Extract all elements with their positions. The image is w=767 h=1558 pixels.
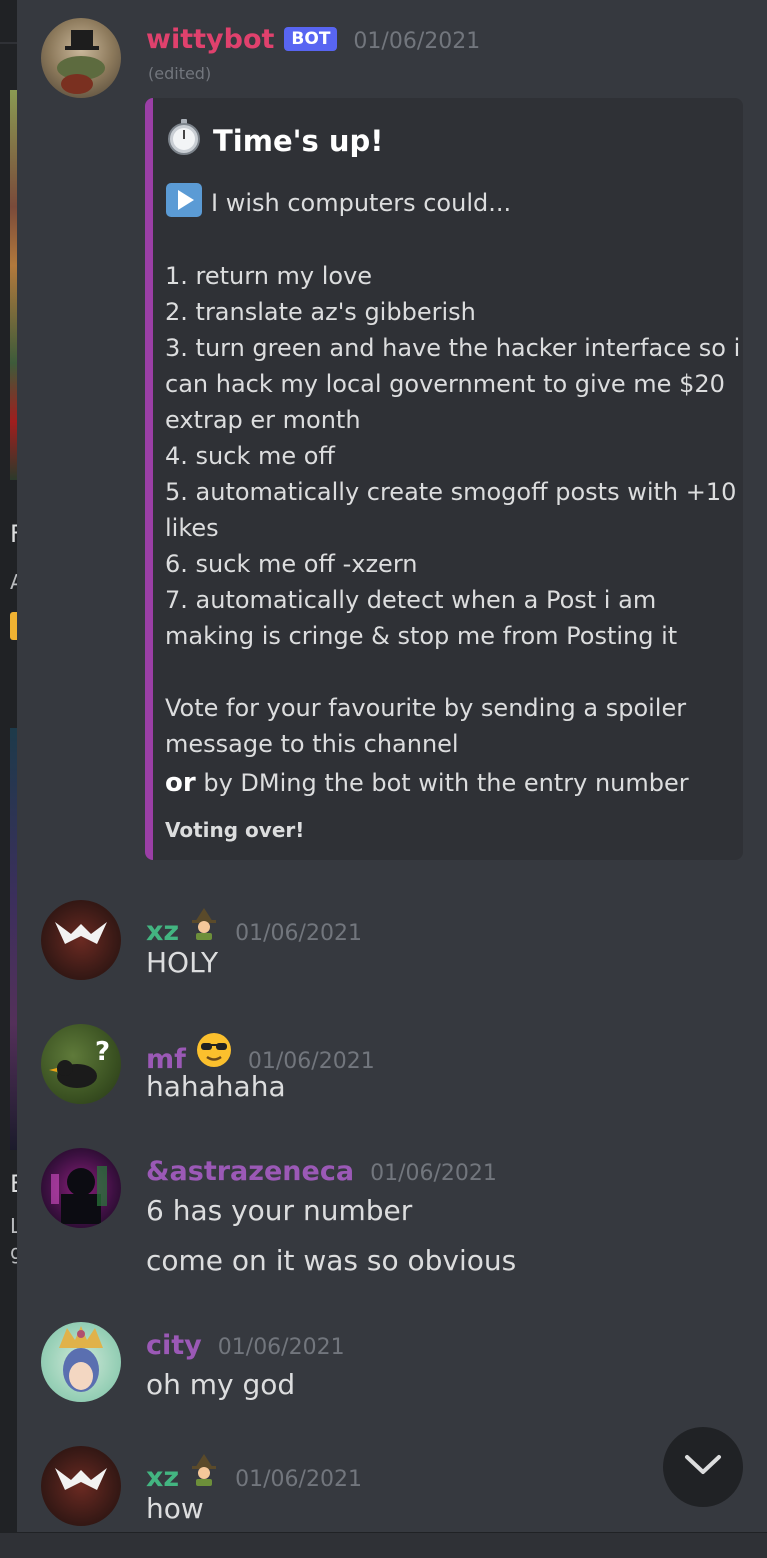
entry-line: can hack my local government to give me …	[165, 370, 725, 398]
entry-line: likes	[165, 514, 219, 542]
vote-instructions: by DMing the bot with the entry number	[203, 769, 689, 797]
left-panel-letter: g	[10, 1240, 17, 1264]
avatar-image	[55, 922, 107, 944]
or-label: or	[165, 768, 196, 798]
vote-instructions: Vote for your favourite by sending a spo…	[165, 694, 687, 722]
embed-footer: Voting over!	[165, 818, 305, 842]
embed-prompt: I wish computers could...	[211, 189, 512, 217]
avatar[interactable]	[41, 18, 121, 98]
divider	[0, 42, 17, 44]
avatar[interactable]	[41, 900, 121, 980]
chevron-down-icon	[684, 1453, 722, 1481]
thumbnail-image[interactable]	[10, 728, 17, 1150]
bot-badge: BOT	[284, 27, 338, 51]
left-panel-letter: L	[10, 1214, 17, 1238]
avatar[interactable]	[41, 1148, 121, 1228]
stopwatch-icon	[165, 118, 203, 163]
author-name[interactable]: wittybot	[146, 24, 274, 55]
message-text: how	[146, 1492, 204, 1525]
embed-title: Time's up!	[213, 123, 384, 158]
svg-text:?: ?	[95, 1037, 110, 1067]
avatar[interactable]	[41, 1322, 121, 1402]
avatar[interactable]: ?	[41, 1024, 121, 1104]
author-name[interactable]: city	[146, 1330, 202, 1361]
timestamp[interactable]: 01/06/2021	[235, 1467, 362, 1492]
entry-line: 5. automatically create smogoff posts wi…	[165, 478, 737, 506]
message-text: come on it was so obvious	[146, 1244, 517, 1277]
left-panel-letter: E	[10, 1170, 17, 1198]
left-panel: F A E L g	[0, 0, 17, 1557]
avatar-image	[51, 1166, 107, 1224]
timestamp[interactable]: 01/06/2021	[235, 921, 362, 946]
sunglasses-emoji-icon	[196, 1032, 232, 1072]
status-chip	[10, 612, 17, 640]
author-name[interactable]: &astrazeneca	[146, 1156, 354, 1187]
edited-label: (edited)	[148, 64, 212, 83]
scroll-to-bottom-button[interactable]	[663, 1427, 743, 1507]
left-panel-letter: A	[10, 570, 17, 594]
entry-line: 2. translate az's gibberish	[165, 298, 476, 326]
left-panel-letter: F	[10, 520, 17, 548]
avatar[interactable]	[41, 1446, 121, 1526]
message-text: hahahaha	[146, 1070, 286, 1103]
entry-line: 7. automatically detect when a Post i am	[165, 586, 657, 614]
avatar-image	[57, 30, 105, 94]
timestamp[interactable]: 01/06/2021	[353, 29, 480, 54]
author-name[interactable]: xz	[146, 1462, 179, 1493]
avatar-image: ?	[49, 1037, 110, 1088]
message-text: HOLY	[146, 946, 219, 979]
mage-emoji-icon	[189, 1454, 219, 1490]
message-text: oh my god	[146, 1368, 296, 1401]
mage-emoji-icon	[189, 908, 219, 944]
entry-line: 4. suck me off	[165, 442, 335, 470]
play-button-icon	[165, 182, 203, 224]
embed-card: Time's up! I wish computers could... 1. …	[145, 98, 743, 860]
message-text: 6 has your number	[146, 1194, 413, 1227]
embed-accent-bar	[145, 98, 153, 860]
chat-messages: wittybot BOT 01/06/2021 (edited) Time's …	[17, 0, 767, 1532]
composer-bar	[0, 1532, 767, 1558]
entry-line: 3. turn green and have the hacker interf…	[165, 334, 741, 362]
thumbnail-image[interactable]	[10, 90, 17, 480]
entry-line: extrap er month	[165, 406, 361, 434]
timestamp[interactable]: 01/06/2021	[218, 1335, 345, 1360]
timestamp[interactable]: 01/06/2021	[370, 1161, 497, 1186]
entry-line: 1. return my love	[165, 262, 373, 290]
author-name[interactable]: xz	[146, 916, 179, 947]
avatar-image	[59, 1326, 103, 1392]
entry-line: 6. suck me off -xzern	[165, 550, 418, 578]
avatar-image	[55, 1468, 107, 1490]
vote-instructions: message to this channel	[165, 730, 459, 758]
entry-line: making is cringe & stop me from Posting …	[165, 622, 678, 650]
